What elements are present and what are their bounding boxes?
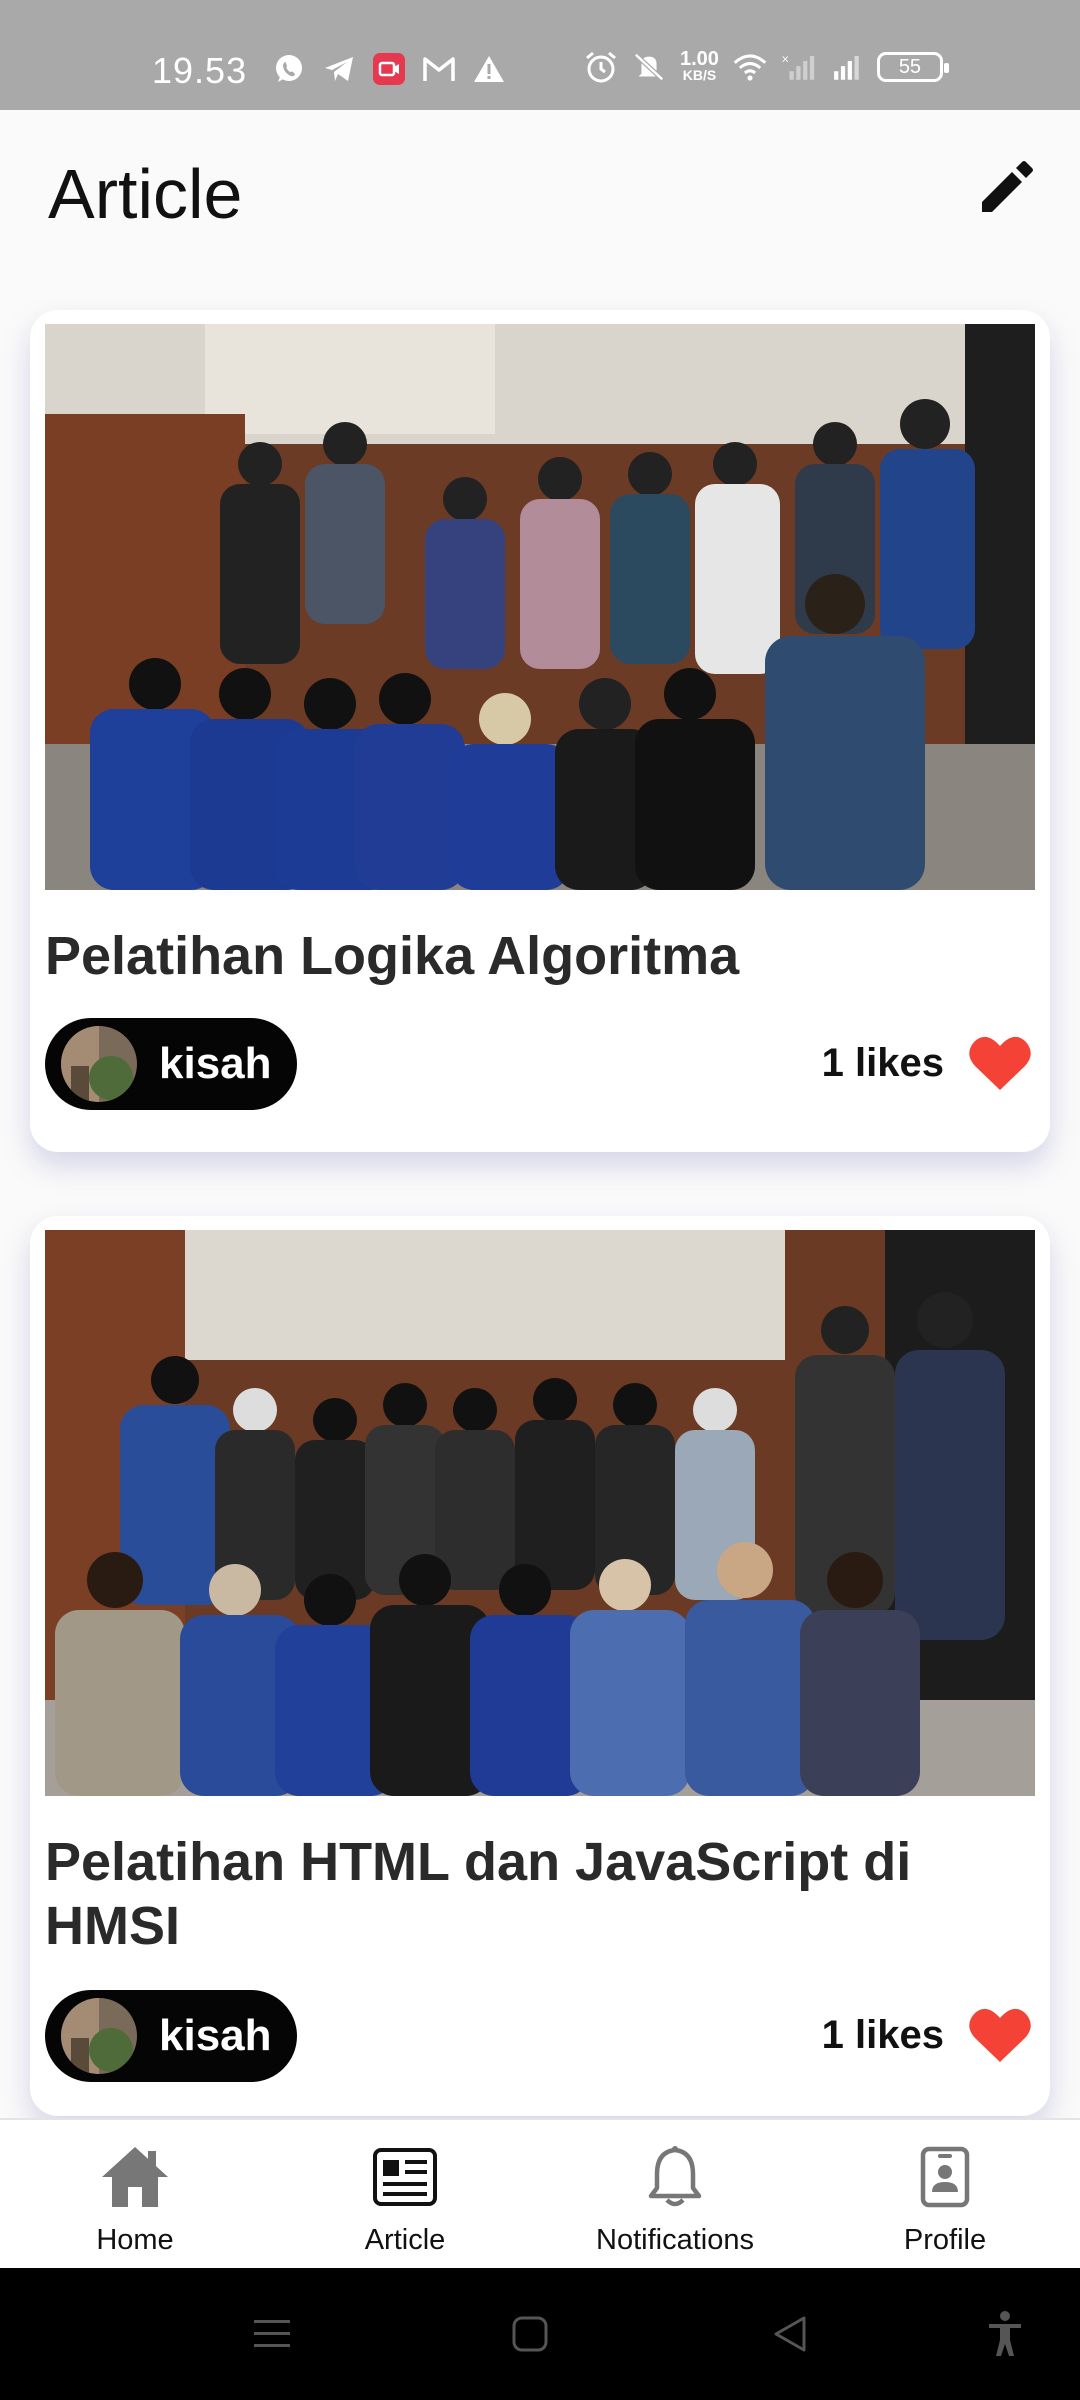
bottom-navigation: Home Article Notifications Profile <box>0 2118 1080 2268</box>
wifi-icon <box>733 50 767 84</box>
app-header: Article <box>0 110 1080 280</box>
author-name: kisah <box>159 1039 272 1088</box>
nav-label: Profile <box>903 2224 987 2256</box>
bell-icon <box>640 2142 710 2212</box>
profile-badge-icon <box>910 2142 980 2212</box>
edit-button[interactable] <box>978 160 1034 216</box>
nav-label: Notifications <box>596 2224 754 2256</box>
nav-item-profile[interactable]: Profile <box>810 2120 1080 2268</box>
article-card[interactable]: Pelatihan Logika Algoritma kisah 1 likes <box>30 310 1050 1152</box>
author-chip[interactable]: kisah <box>45 1990 297 2082</box>
nav-item-article[interactable]: Article <box>270 2120 540 2268</box>
gmail-icon <box>422 52 456 86</box>
article-title[interactable]: Pelatihan Logika Algoritma <box>45 924 1025 988</box>
signal-2-icon <box>829 50 863 84</box>
likes: 1 likes <box>822 2006 1032 2064</box>
battery-indicator: 55 <box>876 52 949 82</box>
signal-1-icon: × <box>781 50 815 84</box>
nav-item-notifications[interactable]: Notifications <box>540 2120 810 2268</box>
status-right-icons: 1.00 KB/S × 55 <box>584 48 949 84</box>
nav-label: Home <box>96 2224 174 2256</box>
article-list: Pelatihan Logika Algoritma kisah 1 likes <box>0 280 1080 2118</box>
system-navigation-bar <box>0 2268 1080 2400</box>
home-circle-icon[interactable] <box>500 2308 560 2360</box>
status-bar: 19.53 1.00 KB/S × 55 <box>0 0 1080 110</box>
back-icon[interactable] <box>760 2308 820 2360</box>
alarm-icon <box>584 50 618 84</box>
article-image <box>45 324 1035 890</box>
avatar <box>61 1998 137 2074</box>
warning-icon <box>472 52 506 86</box>
article-card[interactable]: Pelatihan HTML dan JavaScript di HMSI ki… <box>30 1216 1050 2116</box>
battery-level: 55 <box>898 55 922 78</box>
recent-apps-icon[interactable] <box>242 2308 302 2360</box>
likes-count: 1 likes <box>821 1040 944 1085</box>
page-title: Article <box>48 155 243 233</box>
network-speed: 1.00 KB/S <box>680 48 719 83</box>
screen-recorder-icon <box>372 52 406 86</box>
pencil-icon <box>982 161 1033 212</box>
heart-icon[interactable] <box>968 2006 1032 2064</box>
network-speed-value: 1.00 <box>680 48 719 70</box>
article-image <box>45 1230 1035 1796</box>
author-name: kisah <box>159 2011 272 2060</box>
newspaper-icon <box>370 2142 440 2212</box>
status-left-icons <box>272 52 506 86</box>
telegram-icon <box>322 52 356 86</box>
likes-count: 1 likes <box>821 2012 944 2057</box>
status-time: 19.53 <box>152 50 248 91</box>
mute-icon <box>632 50 666 84</box>
author-chip[interactable]: kisah <box>45 1018 297 1110</box>
accessibility-icon[interactable] <box>975 2308 1035 2360</box>
heart-icon[interactable] <box>968 1034 1032 1092</box>
avatar <box>61 1026 137 1102</box>
whatsapp-icon <box>272 52 306 86</box>
nav-label: Article <box>364 2224 446 2256</box>
likes: 1 likes <box>822 1034 1032 1092</box>
article-title[interactable]: Pelatihan HTML dan JavaScript di HMSI <box>45 1830 1025 1958</box>
nav-item-home[interactable]: Home <box>0 2120 270 2268</box>
home-icon <box>100 2142 170 2212</box>
network-speed-unit: KB/S <box>682 67 717 83</box>
svg-text:×: × <box>781 55 790 66</box>
